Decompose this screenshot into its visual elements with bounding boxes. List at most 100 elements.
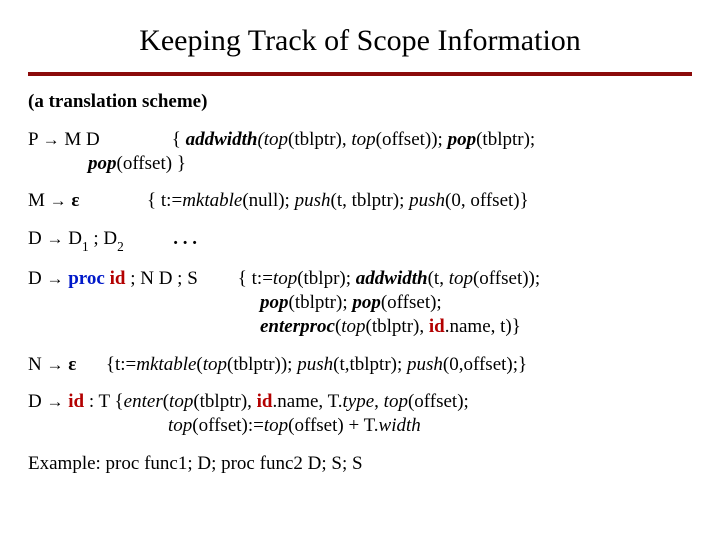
arrow-icon: → [46,228,63,249]
sub-1: 1 [82,239,89,254]
text: {t:= [106,354,136,375]
prod-D-proc-line2: pop(tblptr); pop(offset); [28,291,692,315]
nt-D1: D [68,228,82,249]
kw-proc: proc [68,268,105,289]
prod-P-line1: P → M D { addwidth(top(tblptr), top(offs… [28,128,692,152]
text: top [347,129,376,150]
fn-top: top [169,391,193,412]
production-D-id: D → id : T {enter(top(tblptr), id.name, … [28,390,692,438]
epsilon: ε [68,354,76,375]
text: (0,offset);} [443,354,527,375]
text: ); [431,129,443,150]
prod-P-line2: pop(offset) } [28,152,692,176]
text: (offset) [376,129,432,150]
fn-top: top [444,268,473,289]
epsilon: ε [71,190,79,211]
prod-D-id-line1: D → id : T {enter(top(tblptr), id.name, … [28,390,692,414]
slide-root: Keeping Track of Scope Information (a tr… [0,0,720,540]
fn-pop: pop [443,129,476,150]
prod-D-proc-action1: { t:=top(tblpr); addwidth(t, top(offset)… [238,267,540,291]
prod-D-seq-lhs: D → D1 ; D2 [28,228,129,249]
fn-addwidth: addwidth [351,268,428,289]
text: .name, T. [273,391,343,412]
text: (tblptr); [289,292,348,313]
prod-P-action1: { addwidth(top(tblptr), top(offset)); po… [172,128,535,152]
arrow-icon: → [46,391,63,412]
fn-push: push [292,354,333,375]
prod-D-proc-line3: enterproc(top(tblptr), id.name, t)} [28,315,692,339]
text: (offset); [381,292,442,313]
prod-D-id-lhs: D → id : T {enter(top(tblptr), id.name, … [28,391,469,412]
attr-width: width [379,415,421,436]
text: : T { [84,391,124,412]
fn-top: top [341,316,365,337]
prod-P-rhs: M D [64,129,99,150]
fn-pop: pop [348,292,381,313]
prod-D-proc-lhs: D → proc id ; N D ; S [28,267,198,291]
text: (tblptr), [366,316,425,337]
fn-mktable: mktable [136,354,196,375]
production-D-seq: D → D1 ; D2 . . . [28,227,692,253]
prod-M-action: { t:=mktable(null); push(t, tblptr); pus… [147,190,529,211]
fn-pop: pop [88,153,117,174]
text: (t, [428,268,444,289]
arrow-icon: → [46,354,63,375]
nt-D: D [28,228,42,249]
nt-P: P [28,129,38,150]
prod-D-id-line2: top(offset):=top(offset) + T.width [28,414,692,438]
kw-id: id [68,391,84,412]
sub-2: 2 [117,239,124,254]
text: ; [89,228,104,249]
prod-P-lhs: P → M D [28,128,100,152]
fn-push: push [402,354,443,375]
fn-top: top [203,354,227,375]
fn-mktable: mktable [182,190,242,211]
nt-D2: D [103,228,117,249]
text: (offset):= [192,415,264,436]
prod-N-lhs: N → ε [28,354,81,375]
ellipsis: . . . [173,228,197,249]
nt-N: N [28,354,42,375]
text: { t:= [147,190,182,211]
nt-D: D [28,268,42,289]
fn-push: push [290,190,331,211]
fn-top: top [168,415,192,436]
text: (null); [242,190,290,211]
fn-enter: enter [124,391,163,412]
arrow-icon: → [50,190,67,211]
production-P: P → M D { addwidth(top(tblptr), top(offs… [28,128,692,176]
production-M: M → ε { t:=mktable(null); push(t, tblptr… [28,189,692,213]
kw-id: id [252,391,273,412]
text: { [172,129,181,150]
nt-M: M [28,190,45,211]
fn-pop: pop [260,292,289,313]
text: (offset)); [473,268,540,289]
fn-top: top [264,415,288,436]
production-D-proc: D → proc id ; N D ; S { t:=top(tblpr); a… [28,267,692,338]
slide-body: (a translation scheme) P → M D { addwidt… [28,90,692,476]
kw-id: id [424,316,445,337]
fn-top: top [384,391,408,412]
text: (tblptr), [193,391,252,412]
fn-push: push [404,190,445,211]
example-line: Example: proc func1; D; proc func2 D; S;… [28,452,692,476]
slide-title: Keeping Track of Scope Information [28,24,692,58]
text: (t,tblptr); [333,354,402,375]
production-N: N → ε {t:=mktable(top(tblptr)); push(t,t… [28,353,692,377]
text: .name, t)} [445,316,521,337]
text: (top [257,129,288,150]
text: ; N D ; S [125,268,197,289]
text: (tblpr); [297,268,351,289]
fn-enterproc: enterproc [260,316,335,337]
prod-D-proc-line1: D → proc id ; N D ; S { t:=top(tblpr); a… [28,267,692,291]
text: (offset) } [117,153,186,174]
subtitle: (a translation scheme) [28,90,692,114]
fn-addwidth: addwidth [186,129,258,150]
text: (offset) + T. [288,415,378,436]
fn-top: top [273,268,297,289]
text: { t:= [238,268,273,289]
arrow-icon: → [46,268,63,289]
text: (tblptr)); [227,354,292,375]
text: , [374,391,384,412]
prod-N-action: {t:=mktable(top(tblptr)); push(t,tblptr)… [106,354,527,375]
